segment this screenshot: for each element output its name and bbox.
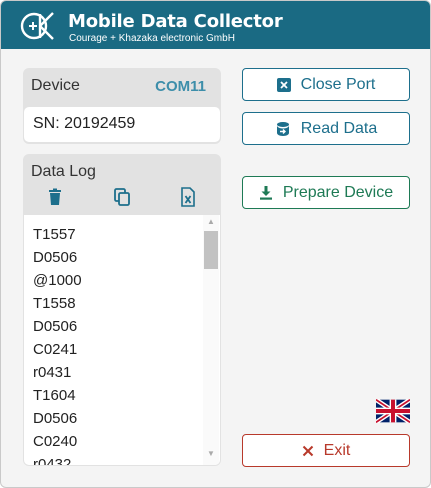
device-port: COM11: [155, 78, 206, 95]
list-item: C0240: [33, 433, 78, 450]
list-item: T1557: [33, 226, 76, 243]
list-item: T1558: [33, 295, 76, 312]
database-import-icon: [276, 121, 289, 136]
data-log-list[interactable]: T1557 D0506 @1000 T1558 D0506 C0241 r043…: [24, 215, 220, 465]
data-log-label: Data Log: [31, 163, 96, 180]
scroll-up-arrow-icon[interactable]: ▲: [203, 217, 219, 231]
list-item: r0432: [33, 456, 72, 465]
list-item: C0241: [33, 341, 78, 358]
exit-button[interactable]: Exit: [242, 434, 410, 467]
trash-icon[interactable]: [45, 187, 65, 207]
prepare-device-button[interactable]: Prepare Device: [242, 176, 410, 209]
device-label: Device: [31, 77, 80, 94]
log-scrollbar[interactable]: ▲ ▼: [203, 215, 219, 465]
close-port-label: Close Port: [300, 75, 376, 93]
scroll-down-arrow-icon[interactable]: ▼: [203, 449, 219, 463]
list-item: D0506: [33, 249, 78, 266]
close-icon: [302, 445, 313, 456]
prepare-device-label: Prepare Device: [282, 183, 394, 201]
scroll-thumb[interactable]: [204, 231, 218, 269]
excel-icon[interactable]: [178, 187, 198, 207]
list-item: T1604: [33, 387, 76, 404]
data-log-lines: T1557 D0506 @1000 T1558 D0506 C0241 r043…: [33, 223, 82, 465]
app-window: Mobile Data Collector Courage + Khazaka …: [0, 0, 431, 488]
title-bar: Mobile Data Collector Courage + Khazaka …: [1, 1, 430, 49]
read-data-label: Read Data: [300, 119, 378, 137]
uk-flag-icon[interactable]: [376, 399, 410, 423]
app-subtitle: Courage + Khazaka electronic GmbH: [69, 33, 235, 44]
list-item: r0431: [33, 364, 72, 381]
ck-logo-icon: [20, 12, 54, 40]
list-item: @1000: [33, 272, 82, 289]
read-data-button[interactable]: Read Data: [242, 112, 410, 145]
close-port-button[interactable]: Close Port: [242, 68, 410, 101]
close-box-icon: [276, 77, 291, 92]
list-item: D0506: [33, 410, 78, 427]
list-item: D0506: [33, 318, 78, 335]
download-icon: [259, 185, 272, 200]
device-panel: Device COM11 SN: 20192459: [23, 68, 221, 144]
app-title: Mobile Data Collector: [68, 11, 283, 32]
data-log-panel: Data Log T1557 D0506 @1000 T1558 D0506 C…: [23, 154, 221, 466]
exit-label: Exit: [323, 441, 351, 459]
serial-number: SN: 20192459: [24, 107, 220, 142]
copy-icon[interactable]: [112, 187, 132, 207]
